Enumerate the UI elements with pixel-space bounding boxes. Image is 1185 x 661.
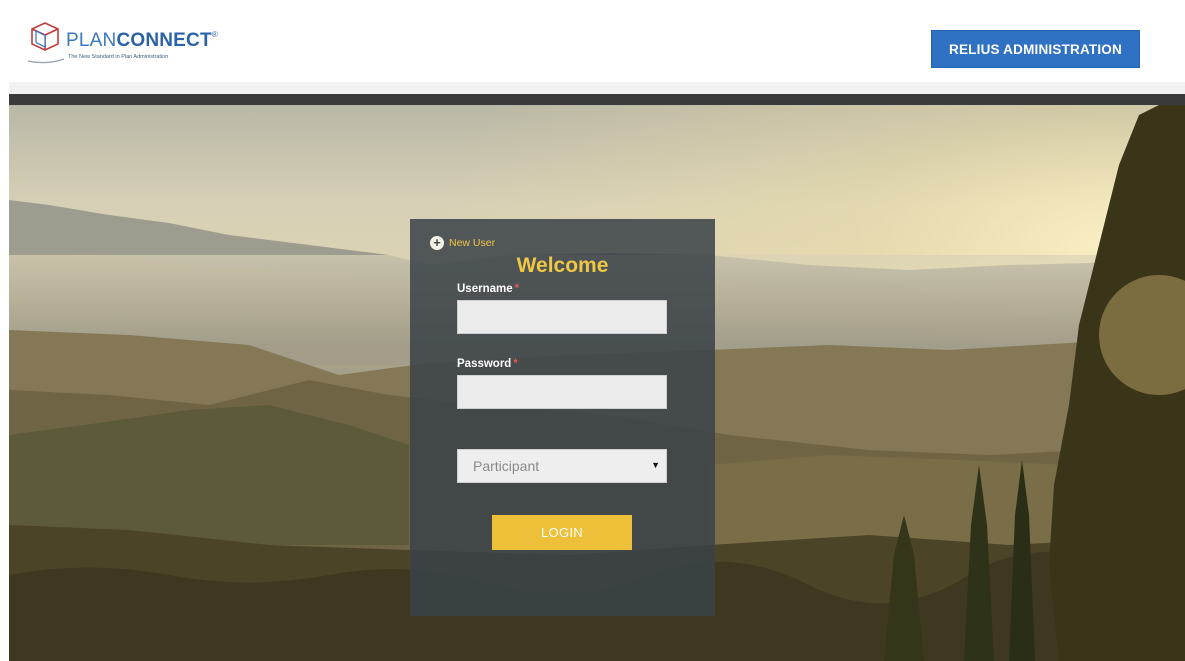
password-label: Password * xyxy=(457,358,518,370)
logo-tagline: The New Standard in Plan Administration xyxy=(68,54,169,60)
role-select-value: Participant xyxy=(473,458,540,474)
planconnect-logo[interactable]: PLANCONNECT® The New Standard in Plan Ad… xyxy=(28,20,258,70)
dark-banner-bar xyxy=(9,94,1185,105)
swoosh-icon xyxy=(28,58,64,64)
header-divider xyxy=(9,82,1185,94)
plus-circle-icon: + xyxy=(430,236,444,251)
password-input[interactable] xyxy=(457,375,667,409)
username-input[interactable] xyxy=(457,300,667,334)
welcome-title: Welcome xyxy=(516,254,609,277)
username-label: Username * xyxy=(457,283,519,295)
logo-plan-text: PLAN xyxy=(66,30,117,51)
logo-registered-mark: ® xyxy=(211,30,218,39)
username-required-marker: * xyxy=(514,283,520,295)
header: PLANCONNECT® The New Standard in Plan Ad… xyxy=(0,0,1185,82)
logo-wordmark: PLANCONNECT® xyxy=(66,30,218,52)
dropdown-arrow-icon: ▼ xyxy=(651,460,660,470)
login-button[interactable]: LOGIN xyxy=(492,515,632,550)
logo-connect-text: CONNECT xyxy=(116,30,212,51)
relius-administration-button[interactable]: RELIUS ADMINISTRATION xyxy=(931,30,1140,68)
new-user-label: New User xyxy=(449,237,496,249)
new-user-link[interactable]: + New User xyxy=(430,235,495,251)
role-select[interactable]: Participant ▼ xyxy=(457,449,667,483)
login-panel: + New User Welcome Username * Password * Pa… xyxy=(410,219,715,616)
cube-logo-icon xyxy=(31,22,59,51)
password-required-marker: * xyxy=(513,358,518,370)
password-label-text: Password xyxy=(457,358,512,370)
username-label-text: Username xyxy=(457,283,513,295)
